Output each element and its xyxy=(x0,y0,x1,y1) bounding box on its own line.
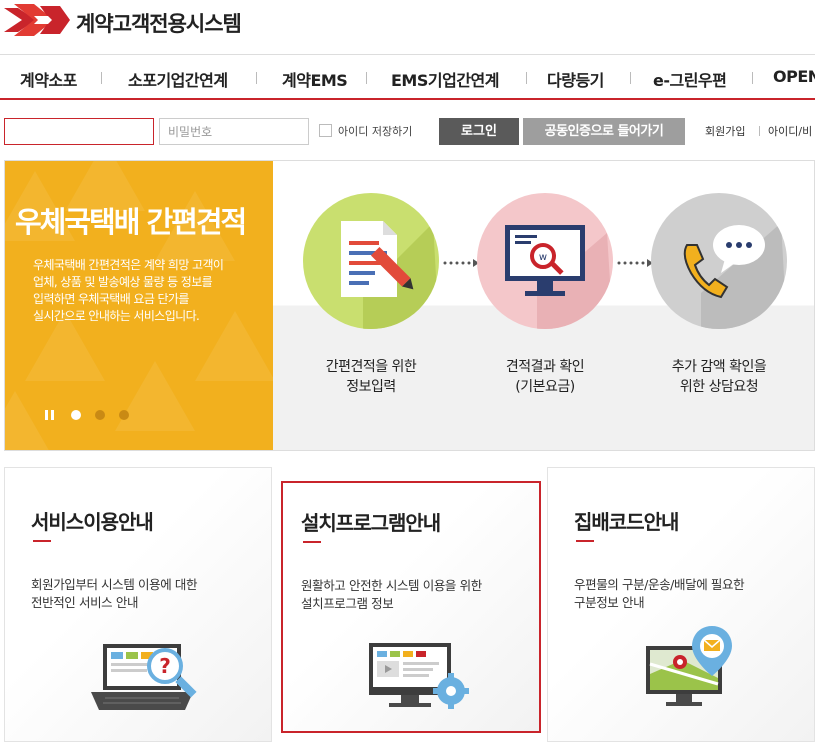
nav-separator xyxy=(256,72,257,84)
pager-dot[interactable] xyxy=(95,410,105,420)
password-input[interactable] xyxy=(159,118,309,145)
korea-post-logo-icon[interactable] xyxy=(4,4,70,36)
banner-intro-panel[interactable]: 우체국택배 간편견적 우체국택배 간편견적은 계약 희망 고객이 업체, 상품 … xyxy=(5,161,273,450)
step-circle-consult xyxy=(651,193,787,329)
pager-dot[interactable] xyxy=(119,410,129,420)
nav-separator xyxy=(630,72,631,84)
nav-item-e-green-post[interactable]: e-그린우편 xyxy=(653,67,727,91)
step-circle-input xyxy=(303,193,439,329)
main-navigation: 계약소포 소포기업간연계 계약EMS EMS기업간연계 다량등기 e-그린우편 … xyxy=(0,54,815,100)
card-title: 설치프로그램안내 xyxy=(301,511,441,535)
link-separator xyxy=(759,126,760,136)
title-underline xyxy=(576,540,594,542)
nav-item-open[interactable]: OPEN xyxy=(773,67,815,86)
nav-item-contract-ems[interactable]: 계약EMS xyxy=(282,67,348,91)
card-install-program-guide[interactable]: 설치프로그램안내 원활하고 안전한 시스템 이용을 위한 설치프로그램 정보 xyxy=(281,481,541,733)
pager-dot-active[interactable] xyxy=(71,410,81,420)
estimate-steps: 간편견적을 위한 정보입력 w 견적결과 확인 (기본요금) 추가 감액 확인을… xyxy=(273,161,814,450)
user-id-input[interactable] xyxy=(4,118,154,145)
card-description: 우편물의 구분/운송/배달에 필요한 구분정보 안내 xyxy=(574,577,745,610)
card-delivery-code-guide[interactable]: 집배코드안내 우편물의 구분/운송/배달에 필요한 구분정보 안내 xyxy=(547,467,815,742)
monitor-search-icon: w xyxy=(505,225,613,329)
step-label-input: 간편견적을 위한 정보입력 xyxy=(325,359,417,395)
svg-text:w: w xyxy=(539,252,547,263)
pause-icon[interactable] xyxy=(45,410,55,420)
card-description: 회원가입부터 시스템 이용에 대한 전반적인 서비스 안내 xyxy=(31,577,198,610)
site-header: 계약고객전용시스템 xyxy=(0,0,815,54)
step-circle-result: w xyxy=(477,193,613,329)
system-title: 계약고객전용시스템 xyxy=(76,12,242,36)
step-label-result: 견적결과 확인 (기본요금) xyxy=(505,359,585,395)
login-bar: 아이디 저장하기 로그인 공동인증으로 들어가기 회원가입 아이디/비 xyxy=(0,110,815,150)
card-title: 서비스이용안내 xyxy=(31,510,154,534)
info-cards: 서비스이용안내 회원가입부터 시스템 이용에 대한 전반적인 서비스 안내 ? 설… xyxy=(4,467,815,742)
laptop-help-icon: ? xyxy=(91,644,197,710)
join-link[interactable]: 회원가입 xyxy=(705,123,745,139)
nav-separator xyxy=(366,72,367,84)
card-description: 원활하고 안전한 시스템 이용을 위한 설치프로그램 정보 xyxy=(301,578,482,611)
arrow-right-icon xyxy=(443,259,479,267)
arrow-right-icon xyxy=(617,259,653,267)
certificate-login-button[interactable]: 공동인증으로 들어가기 xyxy=(523,118,685,145)
nav-item-bulk-registered[interactable]: 다량등기 xyxy=(547,67,604,91)
monitor-gear-icon xyxy=(369,643,469,709)
map-pin-mail-icon xyxy=(646,626,732,706)
banner-description: 우체국택배 간편견적은 계약 희망 고객이 업체, 상품 및 발송예상 물량 등… xyxy=(33,258,224,323)
title-underline xyxy=(303,541,321,543)
nav-separator xyxy=(101,72,102,84)
svg-text:?: ? xyxy=(159,654,171,678)
card-service-guide[interactable]: 서비스이용안내 회원가입부터 시스템 이용에 대한 전반적인 서비스 안내 ? xyxy=(4,467,272,742)
card-title: 집배코드안내 xyxy=(574,510,679,534)
login-button[interactable]: 로그인 xyxy=(439,118,519,145)
banner-title: 우체국택배 간편견적 xyxy=(15,205,247,239)
save-id-checkbox[interactable] xyxy=(319,124,332,137)
save-id-label: 아이디 저장하기 xyxy=(338,125,413,138)
step-label-consult: 추가 감액 확인을 위한 상담요청 xyxy=(671,359,767,395)
phone-chat-icon xyxy=(683,223,787,329)
nav-separator xyxy=(752,72,753,84)
quick-estimate-banner: 우체국택배 간편견적 우체국택배 간편견적은 계약 희망 고객이 업체, 상품 … xyxy=(4,160,815,451)
nav-item-ems-b2b[interactable]: EMS기업간연계 xyxy=(391,67,499,91)
document-pen-icon xyxy=(341,221,439,329)
title-underline xyxy=(33,540,51,542)
find-id-link[interactable]: 아이디/비 xyxy=(768,123,812,139)
nav-item-contract-parcel[interactable]: 계약소포 xyxy=(20,67,77,91)
nav-separator xyxy=(526,72,527,84)
nav-item-parcel-b2b[interactable]: 소포기업간연계 xyxy=(128,67,228,91)
